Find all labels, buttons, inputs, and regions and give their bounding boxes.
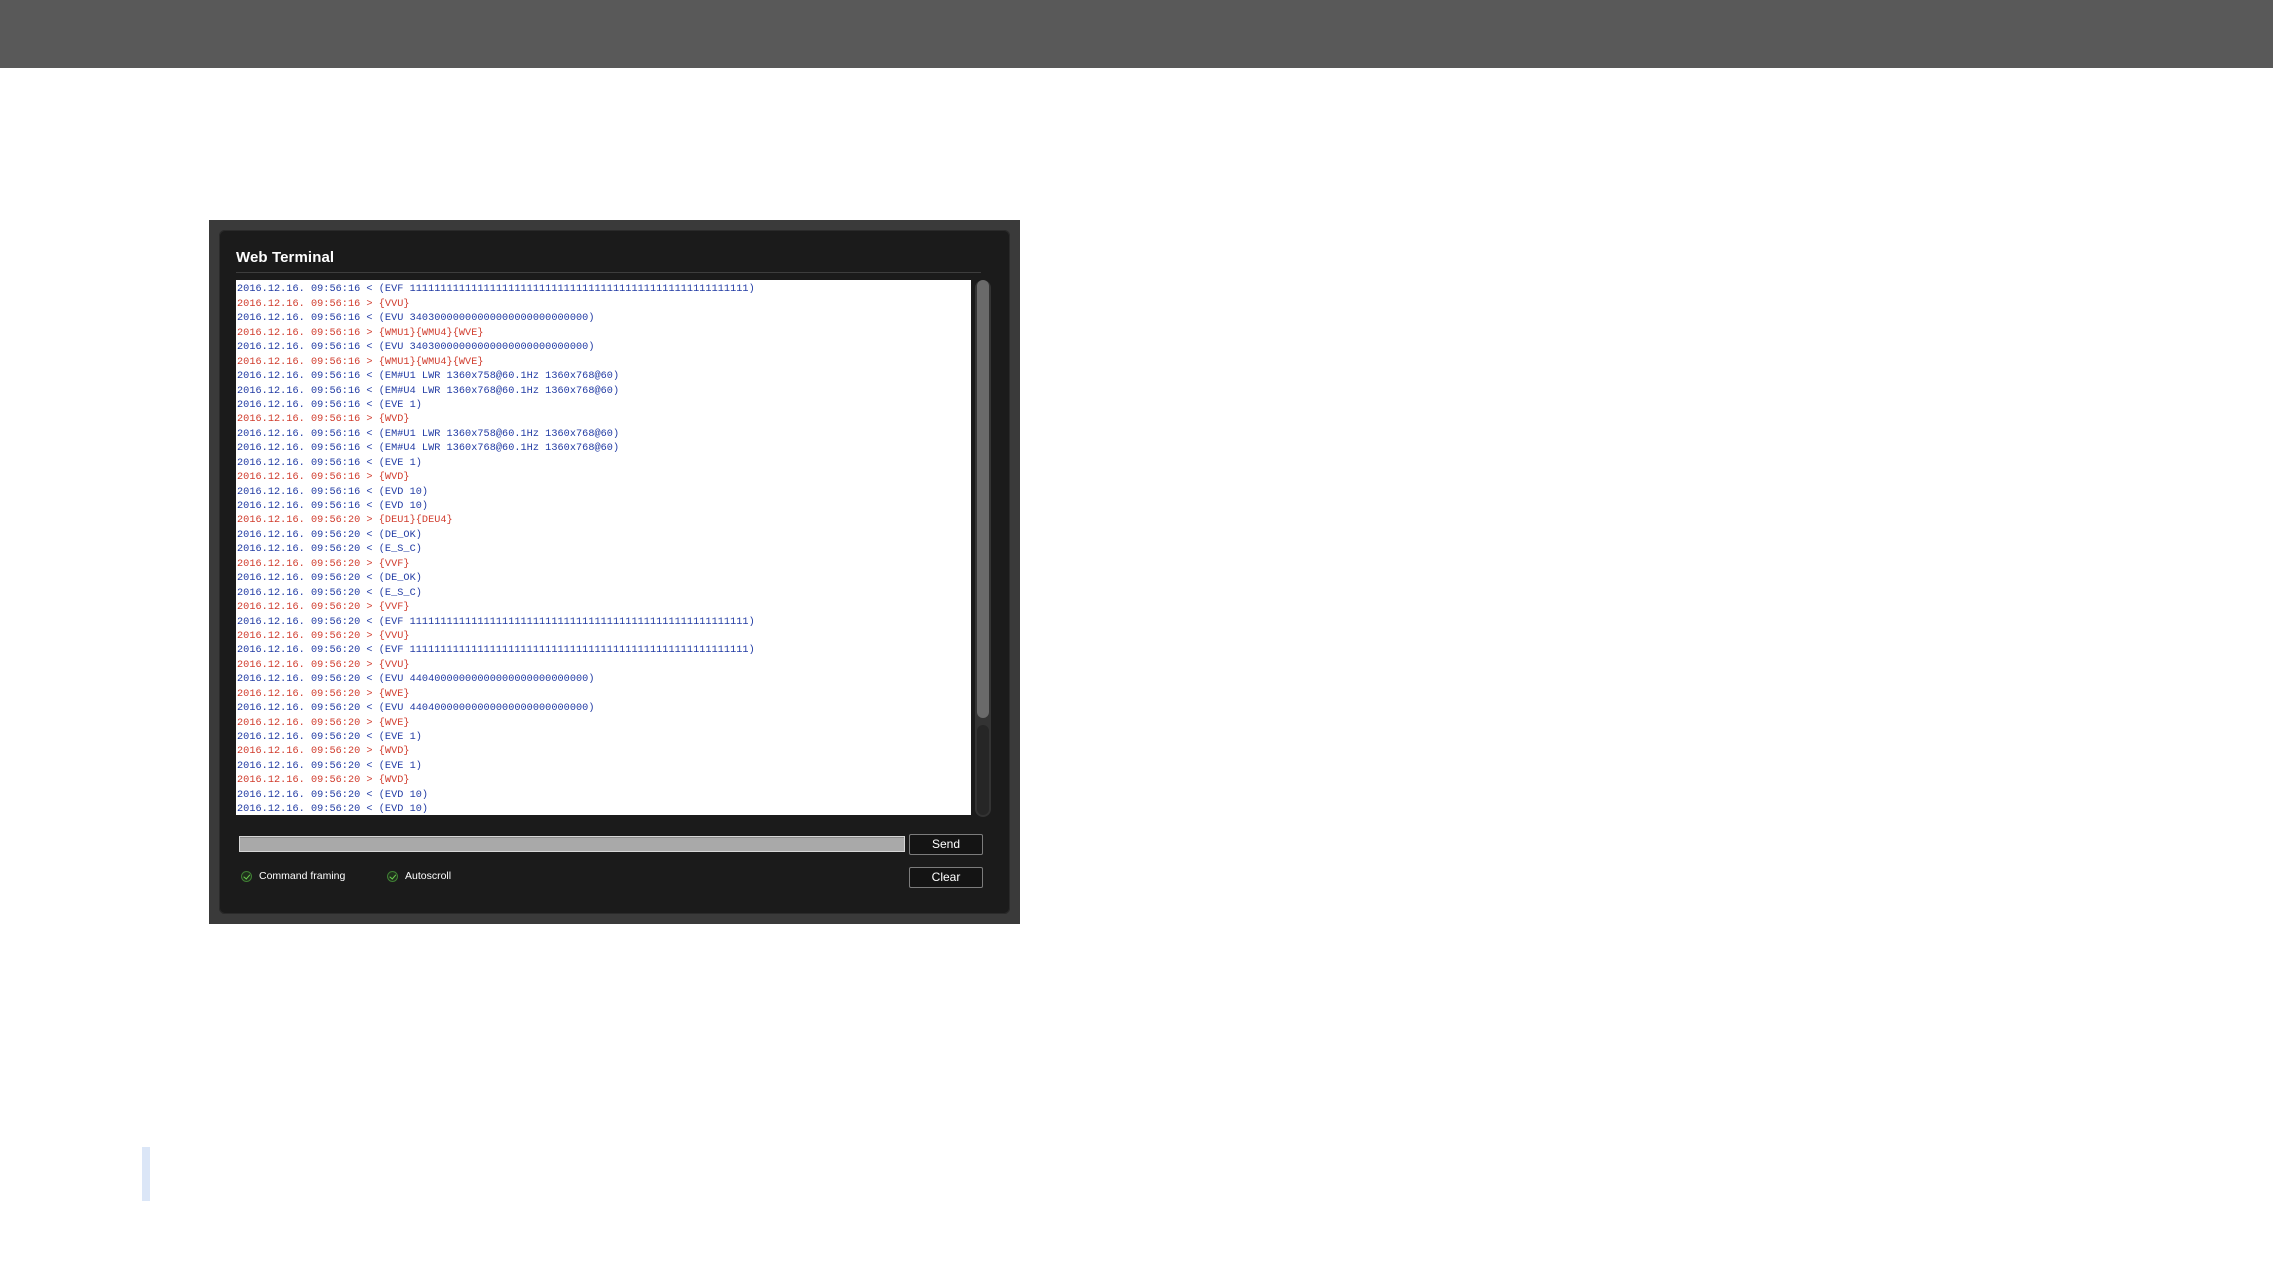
autoscroll-label: Autoscroll <box>405 870 452 882</box>
autoscroll-option[interactable]: Autoscroll <box>387 868 451 884</box>
log-line: 2016.12.16. 09:56:20 > {DEU1}{DEU4} <box>237 515 453 527</box>
command-framing-option[interactable]: Command framing <box>241 868 345 884</box>
check-circle-icon[interactable] <box>387 870 398 882</box>
log-line: 2016.12.16. 09:56:16 < (EM#U4 LWR 1360x7… <box>237 443 620 455</box>
title-divider <box>236 272 981 273</box>
scrollbar-thumb[interactable] <box>977 280 989 718</box>
log-line: 2016.12.16. 09:56:20 < (EVD 10) <box>237 789 429 801</box>
log-line: 2016.12.16. 09:56:20 > {VVF} <box>237 602 410 614</box>
log-line: 2016.12.16. 09:56:20 < (DE_OK) <box>237 573 422 585</box>
terminal-log[interactable]: 2016.12.16. 09:56:16 > {VVF}2016.12.16. … <box>236 280 971 815</box>
log-line: 2016.12.16. 09:56:16 < (EM#U1 LWR 1360x7… <box>237 428 620 440</box>
web-terminal-panel: Web Terminal 2016.12.16. 09:56:16 > {VVF… <box>219 230 1010 914</box>
log-line: 2016.12.16. 09:56:20 > {WVE} <box>237 688 410 700</box>
log-line: 2016.12.16. 09:56:16 > {WMU1}{WMU4}{WVE} <box>237 356 484 368</box>
log-line: 2016.12.16. 09:56:20 > {VVU} <box>237 630 410 642</box>
log-line: 2016.12.16. 09:56:20 > {WVD} <box>237 775 410 787</box>
log-line: 2016.12.16. 09:56:20 < (EVF 111111111111… <box>237 645 755 657</box>
log-scrollbar[interactable] <box>975 280 991 817</box>
log-line: 2016.12.16. 09:56:20 < (EVD 10) <box>237 804 429 815</box>
log-line: 2016.12.16. 09:56:20 < (EVF 111111111111… <box>237 616 755 628</box>
log-line: 2016.12.16. 09:56:20 < (EVE 1) <box>237 760 422 772</box>
command-input[interactable] <box>239 836 905 852</box>
log-line: 2016.12.16. 09:56:16 < (EM#U4 LWR 1360x7… <box>237 385 620 397</box>
log-line: 2016.12.16. 09:56:20 > {WVD} <box>237 746 410 758</box>
log-line: 2016.12.16. 09:56:20 < (EVE 1) <box>237 732 422 743</box>
log-line: 2016.12.16. 09:56:20 > {VVU} <box>237 659 410 671</box>
top-header-bar <box>0 0 2273 68</box>
log-line: 2016.12.16. 09:56:20 > {VVF} <box>237 558 410 570</box>
log-line: 2016.12.16. 09:56:16 < (EVF 111111111111… <box>237 284 755 296</box>
log-line: 2016.12.16. 09:56:16 < (EVU 340300000000… <box>237 313 595 325</box>
command-framing-label: Command framing <box>259 870 346 882</box>
log-line: 2016.12.16. 09:56:16 < (EVD 10) <box>237 501 429 512</box>
log-line: 2016.12.16. 09:56:20 > {WVE} <box>237 717 410 729</box>
log-line: 2016.12.16. 09:56:16 < (EVD 10) <box>237 486 429 498</box>
log-line: 2016.12.16. 09:56:20 < (E_S_C) <box>237 587 422 599</box>
send-button[interactable]: Send <box>909 834 983 855</box>
panel-title: Web Terminal <box>236 249 335 266</box>
log-line: 2016.12.16. 09:56:20 < (EVU 440400000000… <box>237 703 595 715</box>
log-line: 2016.12.16. 09:56:20 < (DE_OK) <box>237 529 422 541</box>
terminal-log-lines: 2016.12.16. 09:56:16 > {VVF}2016.12.16. … <box>237 280 967 815</box>
log-line: 2016.12.16. 09:56:20 < (EVU 440400000000… <box>237 674 595 686</box>
log-line: 2016.12.16. 09:56:16 > {WVD} <box>237 472 410 484</box>
page-side-marker <box>142 1147 150 1201</box>
scrollbar-track-lower <box>977 725 989 815</box>
log-line: 2016.12.16. 09:56:16 > {WMU1}{WMU4}{WVE} <box>237 327 484 339</box>
log-line: 2016.12.16. 09:56:16 > {VVU} <box>237 298 410 310</box>
log-line: 2016.12.16. 09:56:20 < (E_S_C) <box>237 544 422 556</box>
check-circle-icon[interactable] <box>241 870 252 882</box>
log-line: 2016.12.16. 09:56:16 < (EVE 1) <box>237 399 422 411</box>
log-line: 2016.12.16. 09:56:16 < (EVE 1) <box>237 457 422 469</box>
web-terminal-frame: Web Terminal 2016.12.16. 09:56:16 > {VVF… <box>209 220 1020 924</box>
clear-button[interactable]: Clear <box>909 867 983 888</box>
log-line: 2016.12.16. 09:56:16 > {WVD} <box>237 414 410 426</box>
log-line: 2016.12.16. 09:56:16 < (EVU 340300000000… <box>237 342 595 354</box>
log-line: 2016.12.16. 09:56:16 < (EM#U1 LWR 1360x7… <box>237 371 620 383</box>
